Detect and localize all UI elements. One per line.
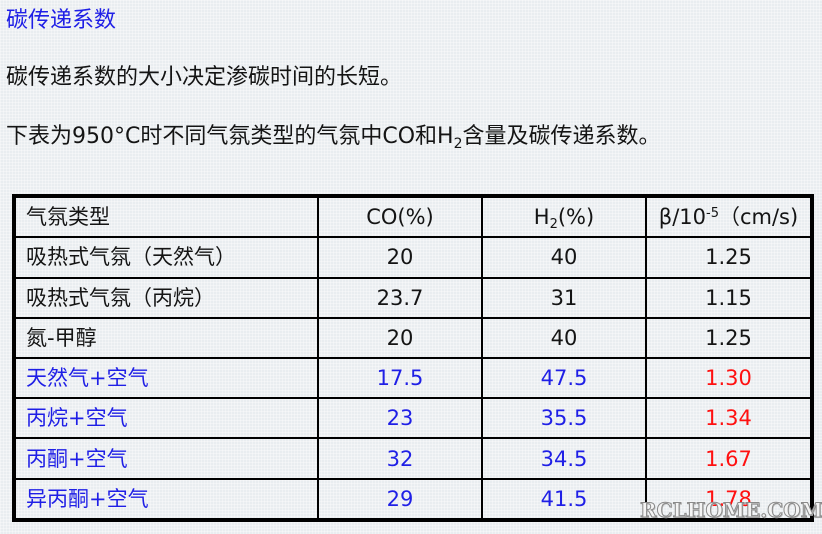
cell-co: 32	[317, 437, 483, 480]
header-h2-sub: 2	[549, 217, 558, 233]
table-row: 吸热式气氛（丙烷） 23.7 31 1.15	[13, 276, 813, 319]
carbon-transfer-table: 气氛类型 CO(%) H2(%) β/10-5（cm/s) 吸热式气氛（天然气）…	[12, 194, 814, 522]
cell-atmosphere-type: 吸热式气氛（天然气）	[13, 236, 319, 279]
table-description: 下表为950°C时不同气氛类型的气氛中CO和H2含量及碳传递系数。	[6, 122, 661, 152]
cell-beta: 1.30	[645, 356, 813, 400]
cell-h2: 40	[481, 236, 647, 279]
table-row-highlighted: 天然气+空气 17.5 47.5 1.30	[13, 356, 813, 400]
table-row: 吸热式气氛（天然气） 20 40 1.25	[13, 236, 813, 279]
cell-h2: 47.5	[481, 356, 647, 400]
table-description-text: 下表为950°C时不同气氛类型的气氛中CO和H	[6, 124, 454, 149]
intro-paragraph: 碳传递系数的大小决定渗碳时间的长短。	[6, 65, 403, 90]
cell-beta: 1.25	[645, 236, 813, 279]
header-h2: H2(%)	[481, 194, 647, 239]
header-beta-unit: （cm/s)	[718, 205, 799, 230]
cell-co: 29	[317, 477, 483, 522]
cell-co: 17.5	[317, 356, 483, 400]
cell-atmosphere-type: 丙烷+空气	[13, 397, 319, 440]
cell-atmosphere-type: 氮-甲醇	[13, 316, 319, 359]
watermark: RCLHOME.COM	[640, 498, 822, 523]
header-h2-base: H	[533, 205, 550, 230]
header-beta: β/10-5（cm/s)	[645, 194, 813, 239]
cell-h2: 34.5	[481, 437, 647, 480]
cell-co: 23.7	[317, 276, 483, 319]
cell-h2: 35.5	[481, 397, 647, 440]
header-atmosphere-type: 气氛类型	[13, 194, 319, 239]
cell-atmosphere-type: 天然气+空气	[13, 356, 319, 400]
table-description-text-end: 含量及碳传递系数。	[462, 124, 661, 149]
h2-subscript: 2	[453, 136, 463, 152]
table-header-row: 气氛类型 CO(%) H2(%) β/10-5（cm/s)	[13, 194, 813, 239]
cell-h2: 41.5	[481, 477, 647, 522]
cell-beta: 1.34	[645, 397, 813, 440]
cell-co: 23	[317, 397, 483, 440]
cell-h2: 40	[481, 316, 647, 359]
cell-co: 20	[317, 236, 483, 279]
table-row: 氮-甲醇 20 40 1.25	[13, 316, 813, 359]
cell-co: 20	[317, 316, 483, 359]
cell-beta: 1.15	[645, 276, 813, 319]
header-beta-exponent: -5	[706, 206, 719, 222]
cell-h2: 31	[481, 276, 647, 319]
header-beta-base: β/10	[658, 205, 706, 230]
table-row-highlighted: 丙烷+空气 23 35.5 1.34	[13, 397, 813, 440]
cell-atmosphere-type: 吸热式气氛（丙烷）	[13, 276, 319, 319]
table-row-highlighted: 丙酮+空气 32 34.5 1.67	[13, 437, 813, 480]
cell-atmosphere-type: 丙酮+空气	[13, 437, 319, 480]
cell-beta: 1.25	[645, 316, 813, 359]
header-co: CO(%)	[317, 194, 483, 239]
section-title: 碳传递系数	[6, 8, 117, 33]
cell-atmosphere-type: 异丙酮+空气	[13, 477, 319, 522]
header-h2-unit: (%)	[557, 205, 595, 230]
cell-beta: 1.67	[645, 437, 813, 480]
